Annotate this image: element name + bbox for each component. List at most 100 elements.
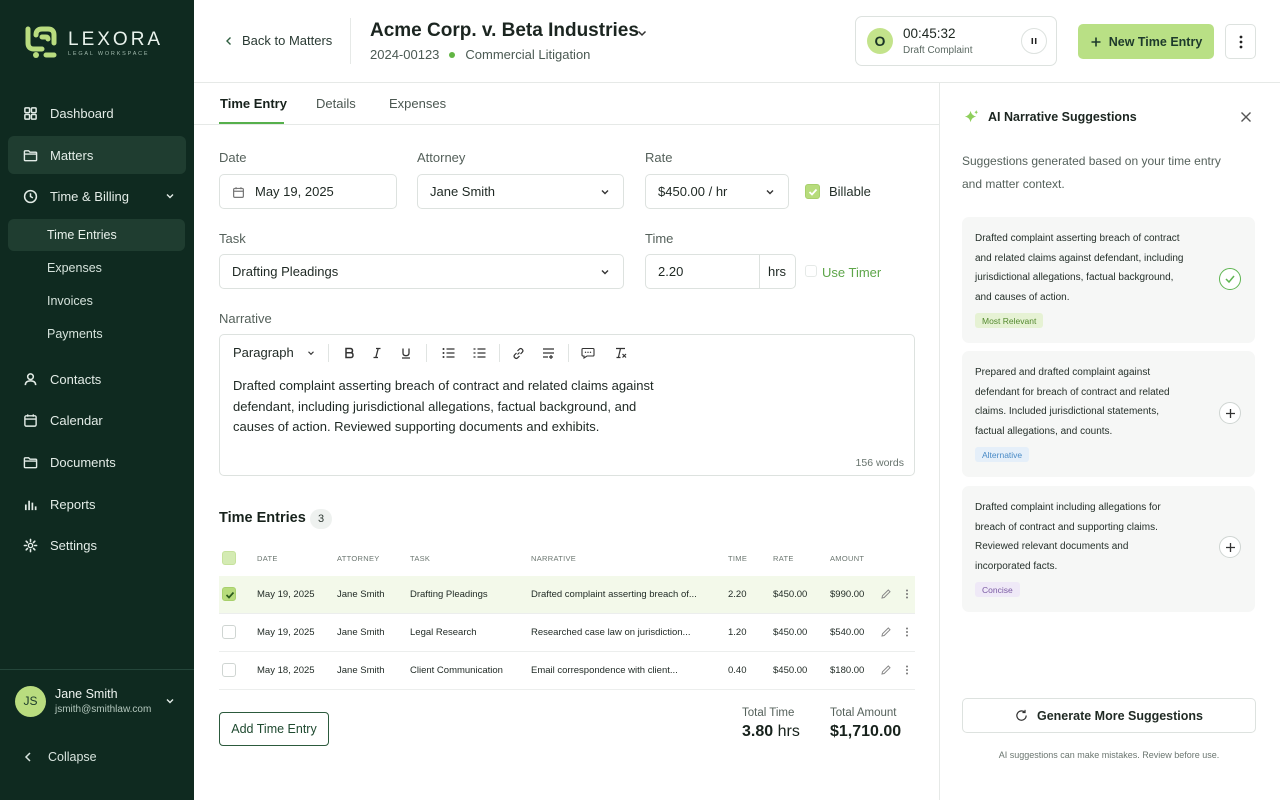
narrative-editor[interactable]: Paragraph Drafted complaint asserting br… (219, 334, 915, 476)
collapse-button[interactable]: Collapse (22, 750, 97, 764)
selected-suggestion-button[interactable] (1219, 268, 1241, 290)
nav-time-billing[interactable]: Time & Billing (8, 177, 186, 215)
pause-timer-button[interactable] (1021, 28, 1047, 54)
back-to-matters-link[interactable]: Back to Matters (224, 33, 332, 48)
clear-formatting-button[interactable] (612, 345, 628, 361)
back-label: Back to Matters (242, 33, 333, 48)
check-icon (225, 591, 235, 599)
gear-icon (23, 538, 38, 552)
edit-icon[interactable] (880, 588, 892, 600)
use-suggestion-button[interactable] (1219, 536, 1241, 558)
billable-checkbox[interactable] (805, 184, 820, 199)
tab-time-entry[interactable]: Time Entry (220, 96, 287, 111)
table-row[interactable]: May 19, 2025 Jane Smith Legal Research R… (219, 614, 915, 652)
nav-contacts[interactable]: Contacts (8, 360, 186, 398)
use-timer-label[interactable]: Use Timer (822, 265, 881, 280)
close-icon[interactable] (1239, 110, 1253, 124)
nav-settings[interactable]: Settings (8, 526, 186, 564)
subnav-invoices[interactable]: Invoices (8, 285, 185, 317)
word-count: 156 words (855, 457, 904, 469)
use-timer-checkbox[interactable] (805, 265, 817, 277)
editor-toolbar: Paragraph (220, 335, 914, 371)
table-row[interactable]: May 19, 2025 Jane Smith Drafting Pleadin… (219, 576, 915, 614)
use-suggestion-button[interactable] (1219, 402, 1241, 424)
cell-amount: $990.00 (830, 589, 865, 600)
edit-icon[interactable] (880, 626, 892, 638)
kebab-menu-icon[interactable] (901, 664, 913, 676)
col-header-amount[interactable]: AMOUNT (830, 554, 864, 563)
date-field[interactable]: May 19, 2025 (219, 174, 397, 209)
subnav-payments[interactable]: Payments (8, 318, 185, 350)
nav-calendar[interactable]: Calendar (8, 401, 186, 439)
nav-documents[interactable]: Documents (8, 443, 186, 481)
cell-narrative: Researched case law on jurisdiction... (531, 627, 691, 638)
col-header-task[interactable]: TASK (410, 554, 430, 563)
tab-details[interactable]: Details (316, 96, 356, 111)
suggestion-card[interactable]: Drafted complaint including allegations … (962, 486, 1255, 612)
clock-icon (23, 189, 38, 203)
suggestion-text: Prepared and drafted complaint against d… (975, 367, 1170, 437)
user-menu[interactable]: JS Jane Smith jsmith@smithlaw.com (15, 685, 185, 717)
ai-suggestions-panel: AI Narrative Suggestions Suggestions gen… (939, 83, 1280, 800)
numbered-list-button[interactable] (471, 345, 487, 361)
row-checkbox[interactable] (222, 587, 236, 601)
subnav-time-entries[interactable]: Time Entries (8, 219, 185, 251)
narrative-label: Narrative (219, 311, 272, 326)
kebab-menu-icon[interactable] (901, 588, 913, 600)
col-header-attorney[interactable]: ATTORNEY (337, 554, 380, 563)
nav-reports[interactable]: Reports (8, 485, 186, 523)
paragraph-style-select[interactable]: Paragraph (233, 345, 316, 360)
brand-name: LEXORA (68, 28, 164, 50)
grid-icon (24, 106, 37, 120)
bullet-list-button[interactable] (440, 345, 456, 361)
narrative-text[interactable]: Drafted complaint asserting breach of co… (233, 376, 673, 438)
add-time-entry-button[interactable]: Add Time Entry (219, 712, 329, 746)
row-checkbox[interactable] (222, 625, 236, 639)
bold-button[interactable] (341, 345, 357, 361)
more-options-button[interactable] (1225, 24, 1256, 59)
link-icon (512, 347, 524, 359)
col-header-date[interactable]: DATE (257, 554, 278, 563)
sidebar-divider (0, 669, 194, 670)
active-timer: O 00:45:32 Draft Complaint (855, 16, 1057, 66)
cell-date: May 18, 2025 (257, 665, 315, 676)
select-all-checkbox[interactable] (222, 551, 236, 565)
bullet-list-icon (442, 348, 454, 358)
insert-block-button[interactable] (540, 345, 556, 361)
generate-more-button[interactable]: Generate More Suggestions (962, 698, 1256, 733)
table-row[interactable]: May 18, 2025 Jane Smith Client Communica… (219, 652, 915, 690)
attorney-select[interactable]: Jane Smith (417, 174, 624, 209)
cell-attorney: Jane Smith (337, 665, 385, 676)
chevron-down-icon[interactable] (635, 26, 649, 40)
underline-button[interactable] (398, 345, 414, 361)
suggestion-card[interactable]: Prepared and drafted complaint against d… (962, 351, 1255, 477)
timer-time: 00:45:32 (903, 26, 956, 41)
kebab-menu-icon[interactable] (901, 626, 913, 638)
tab-expenses[interactable]: Expenses (389, 96, 446, 111)
nav-matters[interactable]: Matters (8, 136, 186, 174)
subnav-expenses[interactable]: Expenses (8, 252, 185, 284)
chevron-down-icon (307, 350, 314, 355)
calendar-icon (24, 413, 37, 427)
nav-label: Contacts (50, 371, 102, 387)
edit-icon[interactable] (880, 664, 892, 676)
suggestion-card[interactable]: Drafted complaint asserting breach of co… (962, 217, 1255, 343)
user-icon (24, 372, 37, 385)
col-header-rate[interactable]: RATE (773, 554, 794, 563)
link-button[interactable] (510, 345, 526, 361)
col-header-time[interactable]: TIME (728, 554, 747, 563)
time-unit-divider (759, 255, 760, 288)
rate-select[interactable]: $450.00 / hr (645, 174, 789, 209)
cell-rate: $450.00 (773, 665, 808, 676)
row-checkbox[interactable] (222, 663, 236, 677)
nav-dashboard[interactable]: Dashboard (8, 94, 186, 132)
timer-badge: O (867, 28, 893, 54)
cell-time: 1.20 (728, 627, 747, 638)
new-time-entry-button[interactable]: New Time Entry (1078, 24, 1214, 59)
time-input[interactable]: 2.20 hrs (645, 254, 796, 289)
comment-button[interactable] (580, 345, 596, 361)
task-select[interactable]: Drafting Pleadings (219, 254, 624, 289)
col-header-narrative[interactable]: NARRATIVE (531, 554, 576, 563)
generate-label: Generate More Suggestions (1036, 708, 1203, 723)
italic-button[interactable] (369, 345, 385, 361)
